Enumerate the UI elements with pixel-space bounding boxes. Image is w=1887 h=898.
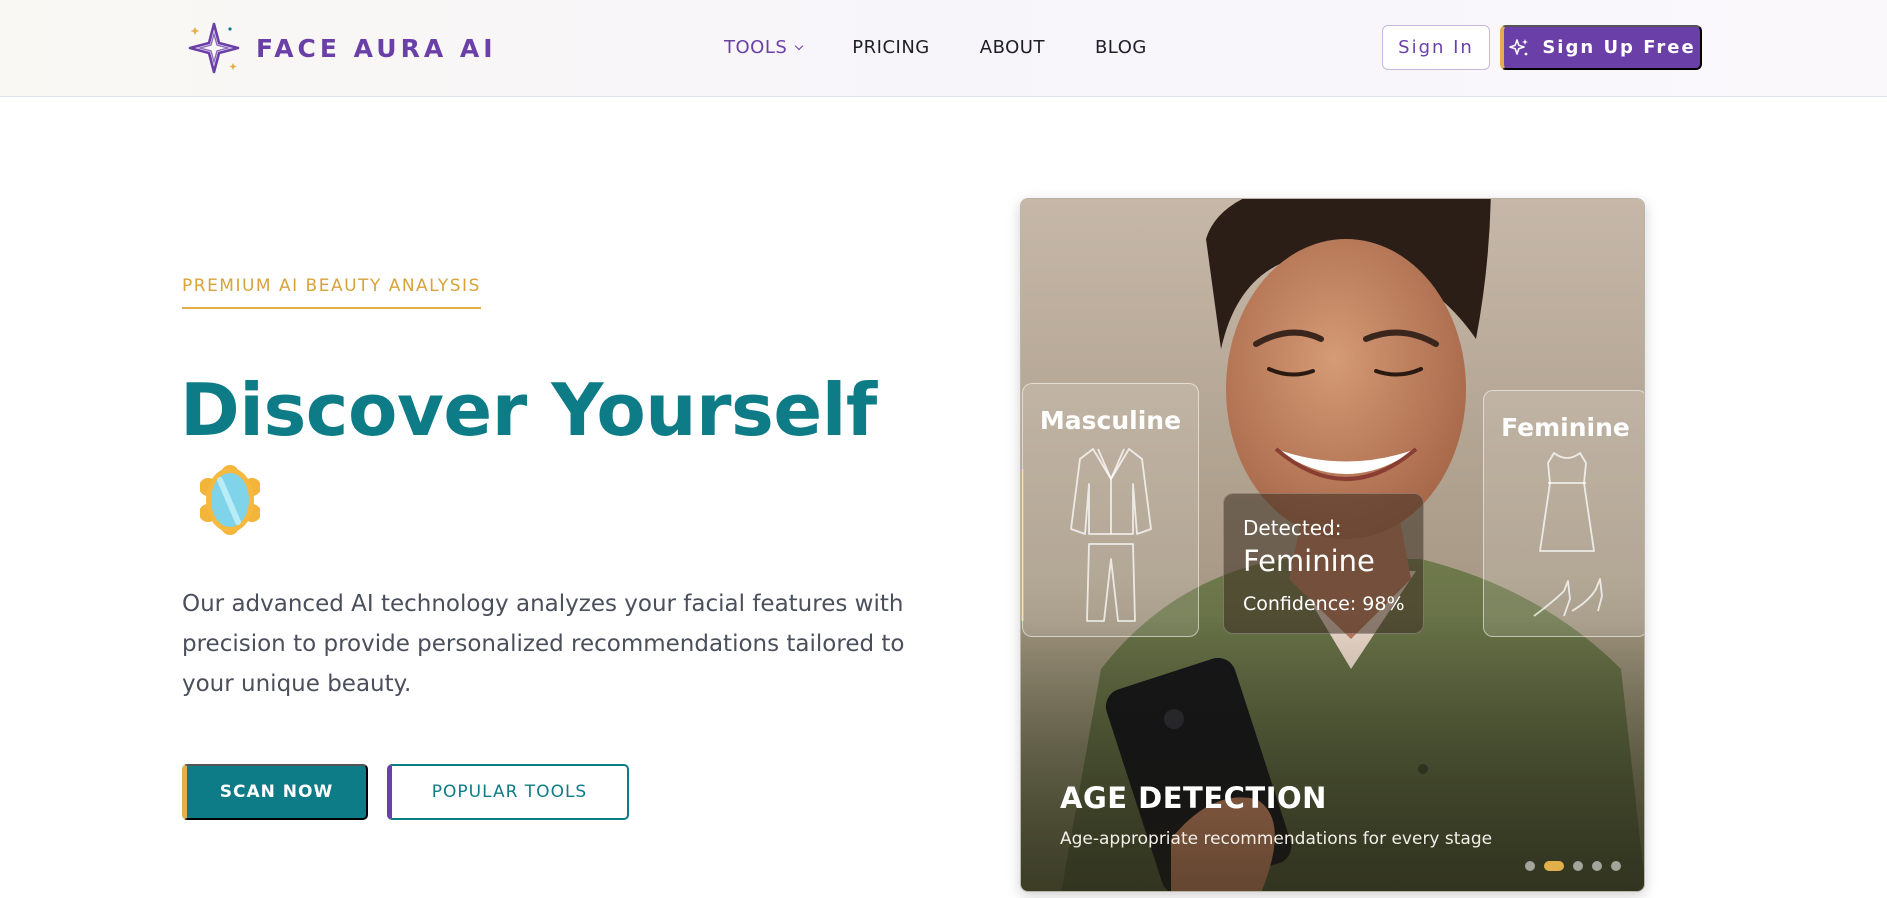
carousel-indicators [1525, 861, 1621, 871]
confidence-value: Confidence: 98% [1243, 593, 1405, 615]
sparkles-icon [1509, 38, 1529, 55]
hero-description: Our advanced AI technology analyzes your… [182, 591, 905, 697]
hero-eyebrow: PREMIUM AI BEAUTY ANALYSIS [182, 276, 481, 309]
feature-carousel[interactable]: Masculine Feminine Detected: Feminine Co… [1020, 198, 1645, 892]
nav-blog-label: BLOG [1094, 37, 1147, 58]
nav-tools[interactable]: TOOLS [724, 37, 804, 58]
nav-about[interactable]: ABOUT [980, 37, 1045, 58]
top-navbar: FACE AURA AI TOOLS PRICING ABOUT BLOG Si… [0, 0, 1887, 97]
mirror-icon [200, 465, 260, 535]
brand-name: FACE AURA AI [256, 33, 497, 63]
jacket-and-pants-icon [1070, 448, 1152, 622]
carousel-dot[interactable] [1525, 861, 1535, 871]
nav-blog[interactable]: BLOG [1095, 37, 1147, 58]
carousel-dot[interactable] [1611, 861, 1621, 871]
scan-now-button[interactable]: SCAN NOW [182, 764, 368, 820]
main-nav: TOOLS PRICING ABOUT BLOG [724, 37, 1197, 58]
feminine-panel: Feminine [1483, 390, 1644, 637]
carousel-dot-active[interactable] [1544, 861, 1564, 871]
nav-pricing-label: PRICING [852, 37, 930, 58]
slide-subtitle: Age-appropriate recommendations for ever… [1060, 829, 1493, 849]
nav-tools-label: TOOLS [724, 37, 788, 58]
sign-in-button[interactable]: Sign In [1382, 25, 1490, 70]
hero-headline: Discover Yourself [180, 368, 877, 452]
detected-value: Feminine [1243, 544, 1375, 578]
carousel-dot[interactable] [1592, 861, 1602, 871]
detected-label: Detected: [1243, 516, 1342, 540]
star-logo-icon [188, 22, 240, 74]
chevron-down-icon [795, 41, 804, 50]
nav-about-label: ABOUT [979, 37, 1045, 58]
slide-title: AGE DETECTION [1060, 781, 1327, 815]
popular-tools-button[interactable]: POPULAR TOOLS [387, 764, 629, 820]
sign-up-button[interactable]: Sign Up Free [1500, 25, 1702, 70]
detection-result: Detected: Feminine Confidence: 98% [1223, 493, 1424, 634]
nav-pricing[interactable]: PRICING [852, 37, 929, 58]
carousel-dot[interactable] [1573, 861, 1583, 871]
sign-up-label: Sign Up Free [1542, 37, 1696, 58]
brand-logo[interactable]: FACE AURA AI [186, 20, 497, 76]
masculine-panel: Masculine [1022, 383, 1199, 637]
dress-and-heels-icon [1533, 452, 1603, 617]
